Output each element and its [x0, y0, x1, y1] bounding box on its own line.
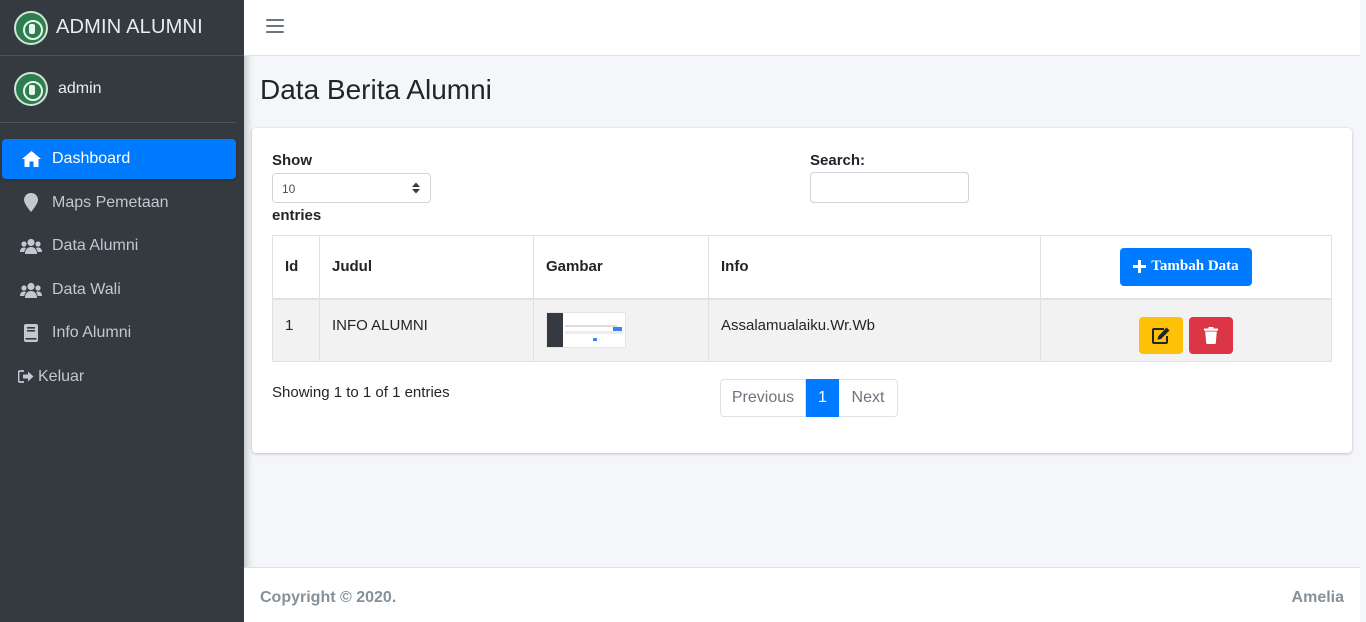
- user-name: admin: [58, 80, 102, 97]
- data-table-card: Show 10 entries Search: Id Judul Gambar …: [252, 128, 1352, 453]
- users-icon: [20, 236, 42, 256]
- edit-icon: [1151, 327, 1170, 344]
- tambah-data-button[interactable]: Tambah Data: [1120, 247, 1252, 286]
- column-header-judul[interactable]: Judul: [319, 235, 534, 300]
- university-emblem-icon: [14, 10, 48, 45]
- page-title: Data Berita Alumni: [260, 74, 492, 105]
- sidebar-item-label: Data Alumni: [52, 237, 139, 254]
- search-label: Search:: [810, 152, 866, 169]
- column-header-info[interactable]: Info: [708, 235, 1041, 300]
- pagination-previous[interactable]: Previous: [720, 379, 806, 417]
- news-thumbnail-image: [546, 311, 626, 348]
- pagination-next[interactable]: Next: [839, 379, 898, 417]
- berita-table: Id Judul Gambar Info Tambah Data 1 INFO …: [272, 235, 1332, 362]
- sidebar-item-label: Data Wali: [52, 280, 121, 298]
- cell-actions: [1040, 298, 1332, 362]
- search-input[interactable]: [810, 172, 969, 203]
- select-caret-icon: [412, 182, 420, 194]
- sidebar-item-label: Maps Pemetaan: [52, 193, 169, 211]
- sidebar-item-data-alumni[interactable]: Data Alumni: [2, 226, 236, 266]
- footer: Copyright © 2020. Amelia: [244, 567, 1360, 622]
- sidebar-item-label: Info Alumni: [52, 324, 132, 341]
- plus-icon: [1133, 260, 1147, 274]
- sidebar-item-info-alumni[interactable]: Info Alumni: [2, 313, 236, 353]
- sidebar-item-keluar[interactable]: Keluar: [2, 357, 236, 397]
- table-header-row: Id Judul Gambar Info Tambah Data: [272, 235, 1332, 300]
- table-row: 1 INFO ALUMNI Assalamualaiku.Wr.Wb: [272, 298, 1332, 362]
- trash-icon: [1204, 326, 1219, 344]
- book-icon: [20, 323, 42, 343]
- sidebar-item-maps-pemetaan[interactable]: Maps Pemetaan: [2, 183, 236, 223]
- brand-title: ADMIN ALUMNI: [56, 16, 203, 38]
- cell-info: Assalamualaiku.Wr.Wb: [708, 298, 1041, 362]
- delete-button[interactable]: [1189, 316, 1234, 354]
- menu-toggle-icon[interactable]: [266, 19, 284, 35]
- home-icon: [20, 149, 42, 169]
- cell-gambar: [533, 298, 709, 362]
- column-header-actions: Tambah Data: [1040, 235, 1332, 300]
- table-info: Showing 1 to 1 of 1 entries: [272, 384, 450, 401]
- user-panel[interactable]: admin: [0, 56, 236, 123]
- entries-length-value: 10: [282, 182, 296, 196]
- tambah-data-label: Tambah Data: [1151, 258, 1239, 275]
- users-icon: [20, 280, 42, 300]
- cell-judul: INFO ALUMNI: [319, 298, 534, 362]
- user-avatar-icon: [14, 72, 48, 106]
- sidebar-nav: Dashboard Maps Pemetaan Data Alumni Data…: [0, 123, 244, 397]
- entries-length-select[interactable]: 10: [272, 173, 431, 203]
- footer-author: Amelia: [1291, 589, 1344, 606]
- cell-id: 1: [272, 298, 320, 362]
- column-header-gambar[interactable]: Gambar: [533, 235, 709, 300]
- entries-label: entries: [272, 207, 322, 224]
- sidebar-item-dashboard[interactable]: Dashboard: [2, 139, 236, 179]
- sign-out-icon: [18, 367, 34, 387]
- brand-link[interactable]: ADMIN ALUMNI: [0, 0, 244, 56]
- sidebar-item-data-wali[interactable]: Data Wali: [2, 270, 236, 310]
- map-marker-icon: [20, 193, 42, 213]
- edit-button[interactable]: [1138, 316, 1183, 354]
- sidebar: ADMIN ALUMNI admin Dashboard Maps Pemeta…: [0, 0, 244, 622]
- sidebar-item-label: Dashboard: [52, 150, 131, 167]
- pagination-page-1[interactable]: 1: [806, 379, 839, 417]
- column-header-id[interactable]: Id: [272, 235, 320, 300]
- pagination: Previous 1 Next: [720, 379, 898, 417]
- sidebar-item-label: Keluar: [38, 367, 85, 385]
- top-navbar: [244, 0, 1360, 56]
- copyright-text: Copyright © 2020.: [260, 589, 397, 606]
- show-label: Show: [272, 152, 312, 169]
